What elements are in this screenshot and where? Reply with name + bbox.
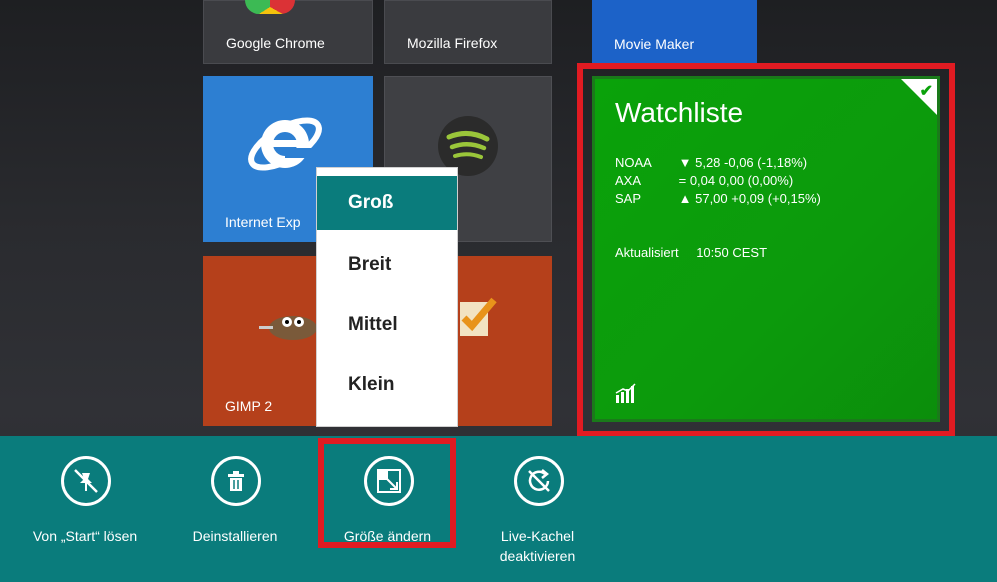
unpin-label: Von „Start“ lösen: [32, 528, 138, 544]
menu-item-gross[interactable]: Groß: [317, 176, 457, 230]
tile-label: Google Chrome: [226, 35, 325, 51]
stock-value: = 0,04 0,00 (0,00%): [678, 173, 794, 188]
updated-time: 10:50 CEST: [696, 245, 768, 260]
tile-label: GIMP 2: [225, 398, 273, 414]
stock-symbol: AXA: [615, 173, 642, 188]
live-tile-icon: [513, 456, 564, 506]
unpin-button[interactable]: Von „Start“ lösen: [5, 436, 165, 582]
stock-symbol: NOAA: [615, 155, 652, 170]
start-screen: Google Chrome Mozilla Firefox Movie Make…: [0, 0, 997, 582]
watchlist-title: Watchliste: [615, 97, 744, 128]
chrome-logo-icon: [245, 0, 295, 14]
updated-info: Aktualisiert 10:50 CEST: [615, 245, 767, 260]
tile-label: Movie Maker: [614, 36, 695, 52]
unpin-icon: [61, 456, 111, 506]
stock-value: ▼ 5,28 -0,06 (-1,18%): [678, 155, 808, 170]
tile-label: Mozilla Firefox: [407, 35, 498, 51]
menu-item-mittel[interactable]: Mittel: [317, 298, 457, 352]
checklist-icon: [460, 297, 497, 336]
menu-item-klein[interactable]: Klein: [317, 358, 457, 412]
app-bar: Von „Start“ lösen Deinstallieren Größe ä…: [0, 436, 997, 582]
stock-row: AXA = 0,04 0,00 (0,00%): [615, 173, 793, 188]
stock-value: ▲ 57,00 +0,09 (+0,15%): [678, 191, 821, 206]
tile-watchlist[interactable]: ✔ Watchliste NOAA ▼ 5,28 -0,06 (-1,18%) …: [592, 76, 940, 422]
checkmark-icon: ✔: [919, 83, 933, 100]
tile-label: Internet Exp: [225, 214, 301, 230]
gimp-icon: [259, 316, 317, 340]
trash-icon: [211, 456, 261, 506]
size-menu: Groß Breit Mittel Klein: [317, 168, 457, 426]
live-tile-off-button[interactable]: Live-Kachel deaktivieren: [470, 436, 605, 582]
uninstall-label: Deinstallieren: [192, 528, 278, 544]
stock-row: NOAA ▼ 5,28 -0,06 (-1,18%): [615, 155, 807, 170]
tile-mozilla-firefox[interactable]: Mozilla Firefox: [384, 0, 552, 64]
resize-highlight-frame: [318, 438, 456, 548]
live-tile-label: Live-Kachel deaktivieren: [470, 526, 605, 566]
menu-item-breit[interactable]: Breit: [317, 238, 457, 292]
updated-label: Aktualisiert: [615, 245, 679, 260]
stock-row: SAP ▲ 57,00 +0,09 (+0,15%): [615, 191, 821, 206]
uninstall-button[interactable]: Deinstallieren: [170, 436, 300, 582]
internet-explorer-icon: [248, 117, 322, 171]
tile-movie-maker[interactable]: Movie Maker: [592, 0, 757, 64]
stock-symbol: SAP: [615, 191, 642, 206]
live-tile-label-line1: Live-Kachel: [500, 528, 575, 544]
finance-chart-icon: [615, 383, 636, 403]
live-tile-label-line2: deaktivieren: [499, 548, 576, 564]
